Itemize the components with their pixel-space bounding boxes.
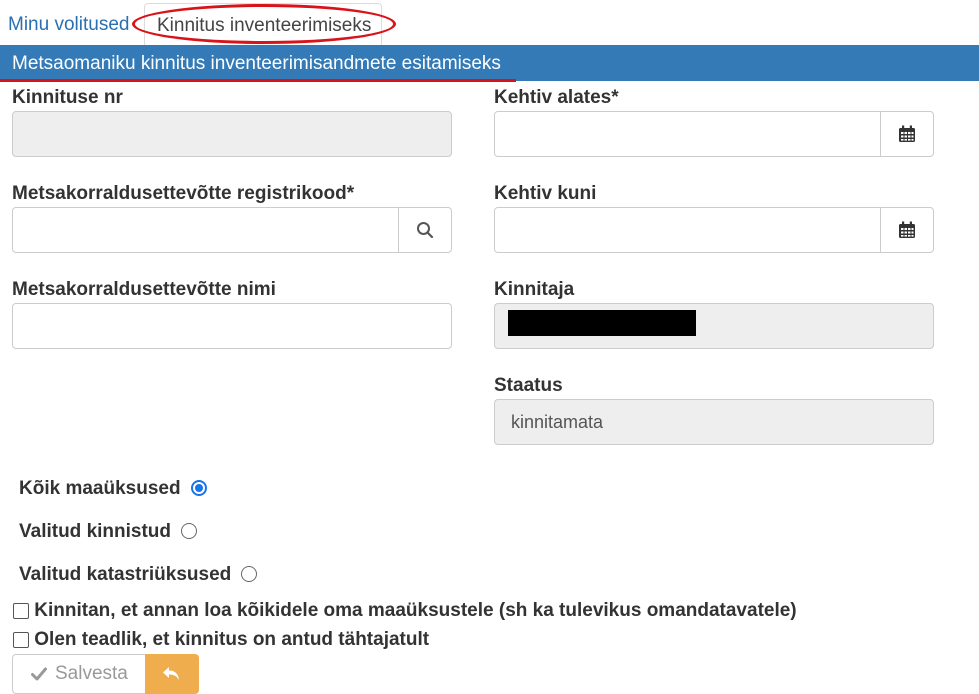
calendar-icon [899,125,915,142]
registry-code-search-button[interactable] [398,208,451,252]
panel-header: Metsaomaniku kinnitus inventeerimisandme… [0,45,979,81]
confirmer-label: Kinnitaja [494,279,575,300]
save-button[interactable]: Salvesta [12,654,145,694]
valid-from-calendar-button[interactable] [880,112,933,156]
search-icon [417,222,434,239]
radio-all-land-units[interactable]: Kõik maaüksused [19,478,207,500]
confirmation-number-label: Kinnituse nr [12,87,123,108]
panel-title: Metsaomaniku kinnitus inventeerimisandme… [12,53,501,74]
checkbox-indefinite-term[interactable]: Olen teadlik, et kinnitus on antud tähta… [13,629,429,651]
status-label: Staatus [494,375,563,396]
radio-selected-properties-label: Valitud kinnistud [19,521,172,542]
valid-from-field[interactable] [494,111,934,157]
status-value: kinnitamata [511,412,604,432]
radio-selected-cadastral-units[interactable]: Valitud katastriüksused [19,564,258,586]
valid-until-field[interactable] [494,207,934,253]
tab-my-mandates[interactable]: Minu volitused [8,14,129,36]
annotation-underline [0,79,516,82]
tab-confirmation-label: Kinnitus inventeerimiseks [157,15,372,36]
radio-all-land-units-label: Kõik maaüksused [19,478,181,499]
radio-selected-properties[interactable]: Valitud kinnistud [19,521,198,543]
save-button-label: Salvesta [55,663,128,684]
checkbox-indefinite-term-input[interactable] [13,632,29,648]
confirmation-number-field [12,111,452,157]
valid-until-calendar-button[interactable] [880,208,933,252]
registry-code-label: Metsakorraldusettevõtte registrikood* [12,183,355,204]
radio-selected-cadastral-units-input[interactable] [241,566,258,582]
tab-confirmation[interactable]: Kinnitus inventeerimiseks [144,3,382,45]
valid-until-label: Kehtiv kuni [494,183,597,204]
company-name-label: Metsakorraldusettevõtte nimi [12,279,276,300]
confirmer-field [494,303,934,349]
company-name-field[interactable] [12,303,452,349]
radio-all-land-units-input[interactable] [190,480,207,496]
radio-selected-cadastral-units-label: Valitud katastriüksused [19,564,232,585]
undo-button[interactable] [145,654,199,694]
radio-selected-properties-input[interactable] [181,523,198,539]
undo-icon [163,667,179,680]
checkbox-permission-all-units-input[interactable] [13,603,29,619]
checkbox-permission-all-units[interactable]: Kinnitan, et annan loa kõikidele oma maa… [13,600,797,622]
calendar-icon [899,221,915,238]
check-icon [31,667,47,681]
checkbox-permission-all-units-label: Kinnitan, et annan loa kõikidele oma maa… [34,600,797,621]
valid-from-label: Kehtiv alates* [494,87,619,108]
redacted-block [508,310,696,336]
status-field: kinnitamata [494,399,934,445]
checkbox-indefinite-term-label: Olen teadlik, et kinnitus on antud tähta… [34,629,430,650]
registry-code-field[interactable] [12,207,452,253]
